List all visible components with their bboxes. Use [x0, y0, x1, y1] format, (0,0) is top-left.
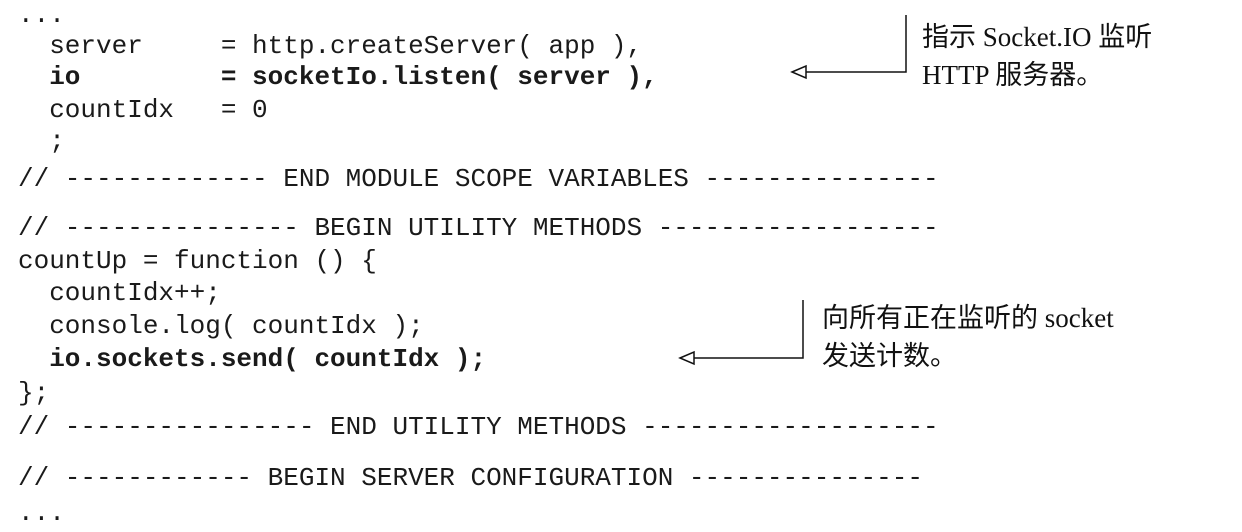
annotation-send-line1: 向所有正在监听的 socket [822, 303, 1114, 333]
annotation-send-line2: 发送计数。 [822, 341, 957, 371]
callout-arrow-listen [790, 15, 907, 80]
callout-arrow-send [678, 300, 804, 366]
annotation-listen-line2: HTTP 服务器。 [922, 60, 1104, 90]
annotation-listen-line1: 指示 Socket.IO 监听 [922, 22, 1153, 52]
